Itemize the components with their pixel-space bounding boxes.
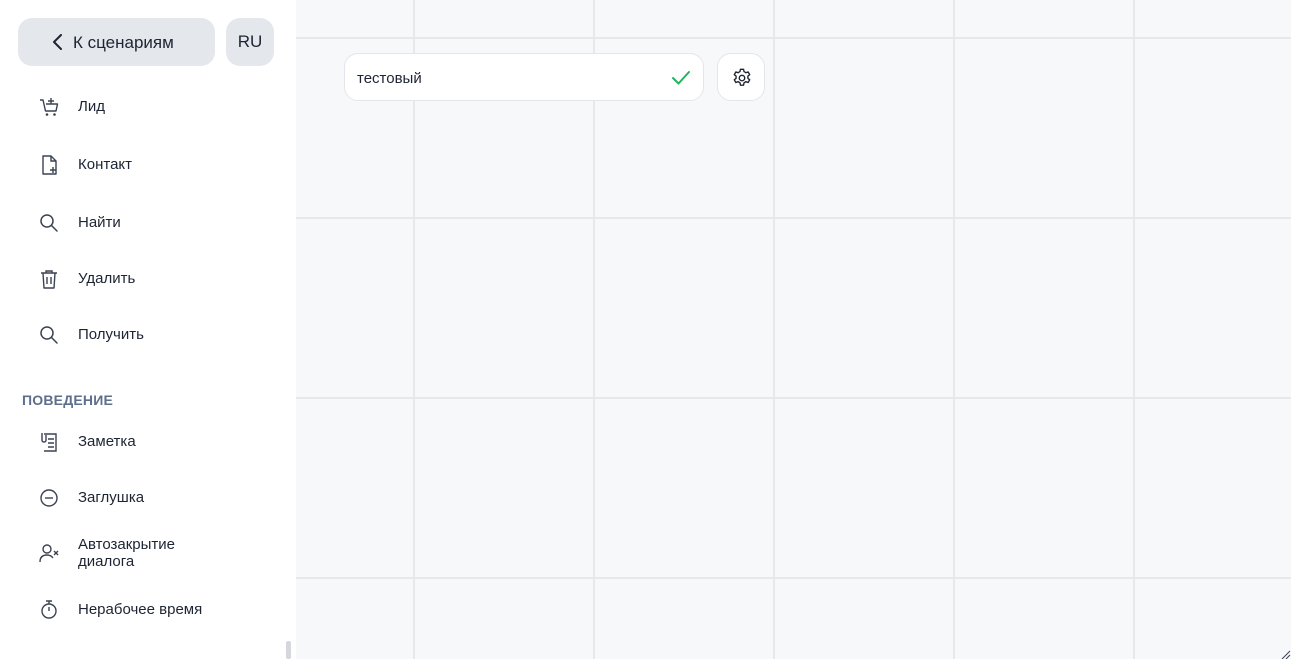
sidebar-item-label: Удалить xyxy=(78,270,136,287)
sidebar-scrollbar[interactable] xyxy=(286,641,291,659)
sidebar: К сценариям RU Лид Контакт Найти Удалить… xyxy=(0,0,296,659)
sidebar-item-delete[interactable]: Удалить xyxy=(18,256,278,300)
cart-plus-icon xyxy=(40,98,59,116)
settings-button[interactable] xyxy=(717,53,765,101)
search-icon xyxy=(40,214,58,232)
sidebar-item-stub[interactable]: Заглушка xyxy=(18,475,278,519)
sidebar-item-label: Лид xyxy=(78,98,105,115)
resize-handle-icon[interactable] xyxy=(1280,647,1291,659)
file-plus-icon xyxy=(42,155,57,175)
language-button[interactable]: RU xyxy=(226,18,274,66)
sidebar-item-label-line1: Автозакрытие xyxy=(78,536,176,553)
back-to-scenarios-button[interactable]: К сценариям xyxy=(18,18,215,66)
sidebar-item-label: Заметка xyxy=(78,433,136,450)
back-button-label: К сценариям xyxy=(73,33,174,52)
sidebar-item-label: Получить xyxy=(78,326,144,343)
flow-canvas[interactable] xyxy=(296,0,1291,659)
sidebar-item-auto-close-dialog[interactable]: Автозакрытие диалога xyxy=(18,530,278,574)
sidebar-item-non-working-time[interactable]: Нерабочее время xyxy=(18,587,278,631)
sidebar-item-label: Нерабочее время xyxy=(78,601,203,618)
sidebar-item-contact[interactable]: Контакт xyxy=(18,142,278,186)
chevron-left-icon xyxy=(53,34,62,50)
search-icon xyxy=(40,326,58,344)
sidebar-item-find[interactable]: Найти xyxy=(18,200,278,244)
minus-circle-icon xyxy=(40,489,58,507)
sidebar-item-lead[interactable]: Лид xyxy=(18,84,278,128)
section-title-behavior: ПОВЕДЕНИЕ xyxy=(22,392,114,408)
scenario-name-field[interactable] xyxy=(344,53,704,101)
check-icon[interactable] xyxy=(671,69,691,87)
sidebar-item-label: Найти xyxy=(78,214,121,231)
user-x-icon xyxy=(39,544,59,563)
trash-icon xyxy=(41,270,57,289)
sidebar-item-note[interactable]: Заметка xyxy=(18,419,278,463)
sidebar-item-get[interactable]: Получить xyxy=(18,312,278,356)
note-clip-icon xyxy=(41,433,57,452)
sidebar-item-label-line2: диалога xyxy=(78,553,135,570)
sidebar-item-label: Контакт xyxy=(78,156,133,173)
gear-icon xyxy=(733,68,751,86)
sidebar-item-label: Заглушка xyxy=(78,489,145,506)
stopwatch-icon xyxy=(41,600,57,619)
scenario-name-input[interactable] xyxy=(357,67,657,89)
